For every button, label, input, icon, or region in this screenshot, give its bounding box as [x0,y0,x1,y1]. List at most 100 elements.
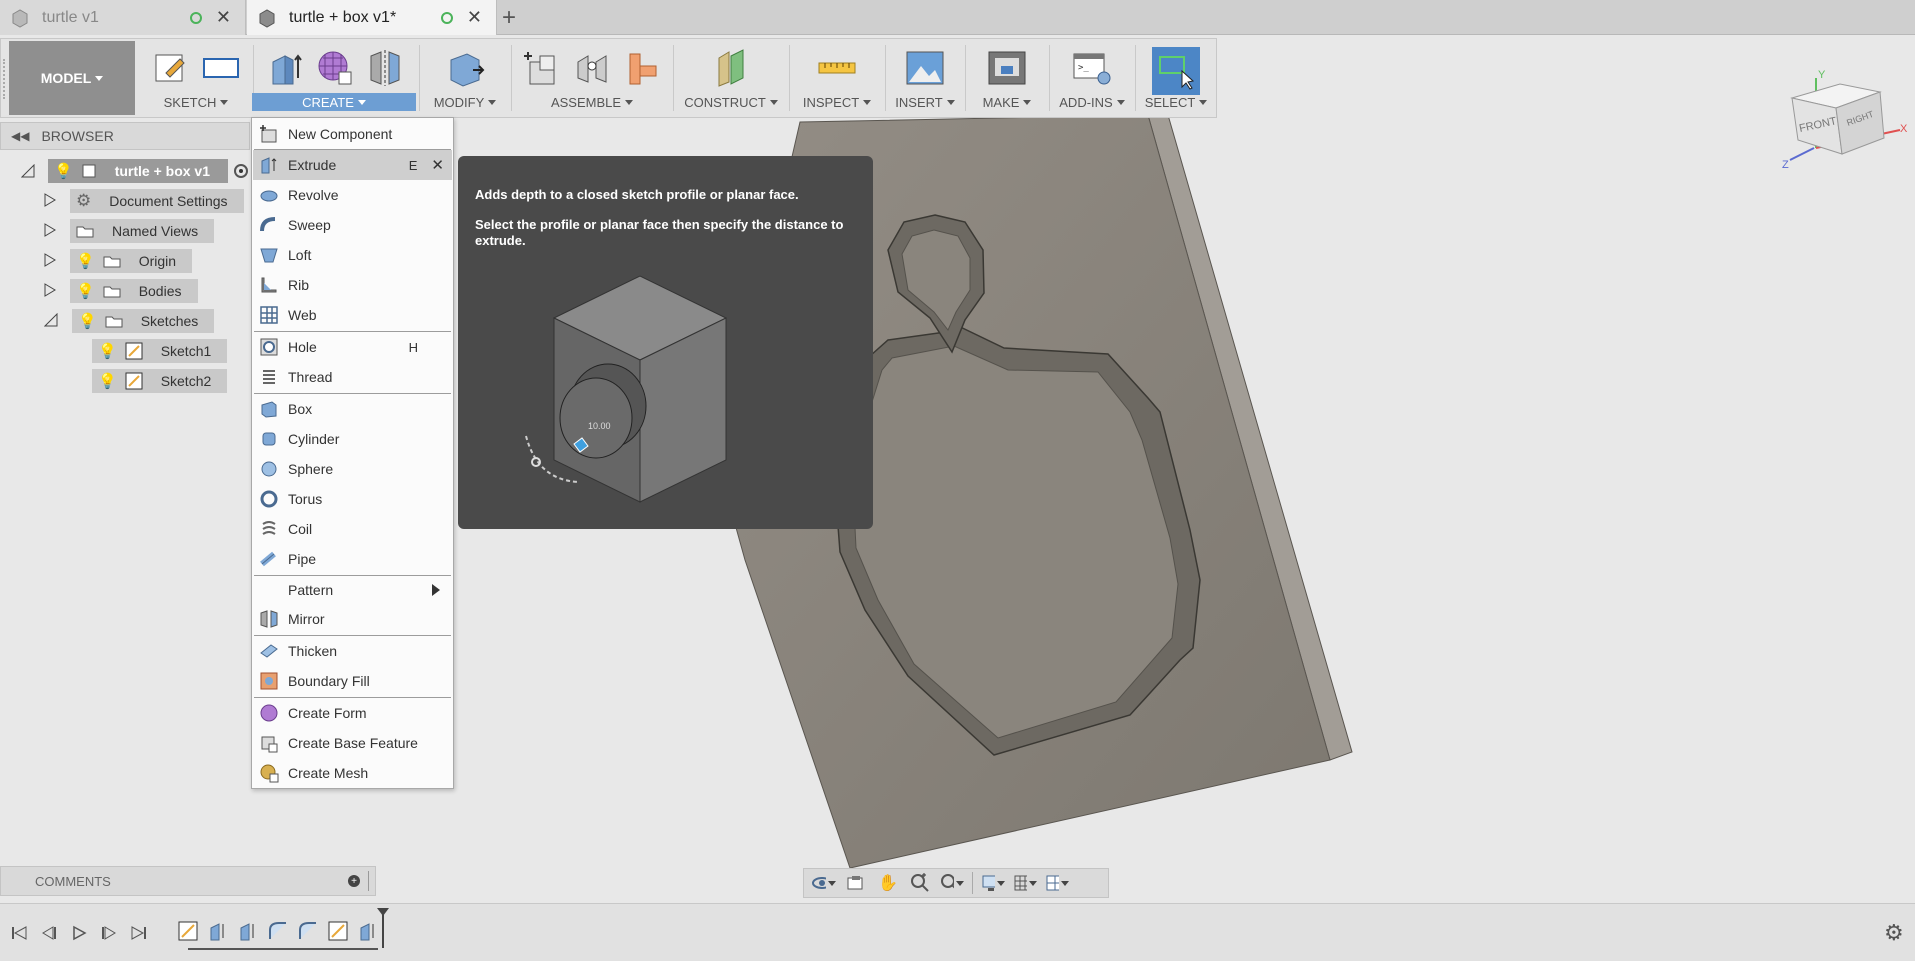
menu-rib[interactable]: Rib [253,270,452,300]
menu-new-component[interactable]: New Component [253,119,452,149]
zoom-icon[interactable] [908,872,932,894]
as-built-joint-icon[interactable] [621,47,663,89]
timeline-marker[interactable] [382,912,384,948]
display-settings-icon[interactable] [981,872,1005,894]
step-back-icon[interactable] [38,922,60,944]
toolbar-grip[interactable] [3,59,7,99]
menu-create-mesh[interactable]: Create Mesh [253,758,452,788]
menu-boundary-fill[interactable]: Boundary Fill [253,666,452,696]
viewcube[interactable]: FRONT RIGHT Y X Z [1780,68,1910,178]
browser-document-settings[interactable]: ⚙ Document Settings [44,189,244,213]
tab-turtle-v1[interactable]: turtle v1 ✕ [0,0,246,35]
extrude-icon[interactable] [264,47,306,89]
lightbulb-icon[interactable]: 💡 [76,282,95,300]
look-at-icon[interactable] [844,872,868,894]
menu-cylinder[interactable]: Cylinder [253,424,452,454]
timeline-extrude-feature[interactable] [206,919,230,943]
browser-sketch2[interactable]: 💡 Sketch2 [92,369,228,393]
timeline-fillet-feature[interactable] [266,919,290,943]
measure-icon[interactable] [816,47,858,89]
close-icon[interactable]: ✕ [216,7,231,28]
sketch2-item[interactable]: 💡 Sketch2 [92,369,228,393]
addins-menu[interactable]: ADD-INS [1050,93,1134,111]
inspect-menu[interactable]: INSPECT [790,93,884,111]
close-icon[interactable]: ✕ [467,7,482,28]
menu-create-form[interactable]: Create Form [253,698,452,728]
tab-turtle-box-v1[interactable]: turtle + box v1* ✕ [247,0,497,35]
menu-mirror[interactable]: Mirror [253,604,452,634]
menu-sphere[interactable]: Sphere [253,454,452,484]
offset-plane-icon[interactable] [710,47,752,89]
3d-print-icon[interactable] [986,47,1028,89]
close-icon[interactable]: ✕ [431,156,444,174]
browser-named-views[interactable]: Named Views [44,219,215,243]
menu-web[interactable]: Web [253,300,452,330]
joint-icon[interactable] [571,47,613,89]
scripts-addins-icon[interactable]: >_ [1071,47,1113,89]
comments-panel[interactable]: COMMENTS + [0,866,376,896]
timeline-extrude-feature[interactable] [356,919,380,943]
browser-root[interactable]: 💡 turtle + box v1 [20,159,248,183]
stop-sketch-icon[interactable] [200,47,242,89]
menu-coil[interactable]: Coil [253,514,452,544]
activate-component-icon[interactable] [234,164,248,178]
mirror-icon[interactable] [364,47,406,89]
named-views-item[interactable]: Named Views [70,219,215,243]
root-component[interactable]: 💡 turtle + box v1 [48,159,228,183]
viewports-icon[interactable] [1045,872,1069,894]
timeline-sketch-feature[interactable] [176,919,200,943]
browser-origin[interactable]: 💡 Origin [44,249,193,273]
tree-collapsed-icon[interactable] [44,192,56,210]
menu-sweep[interactable]: Sweep [253,210,452,240]
menu-revolve[interactable]: Revolve [253,180,452,210]
menu-torus[interactable]: Torus [253,484,452,514]
menu-thicken[interactable]: Thicken [253,636,452,666]
menu-thread[interactable]: Thread [253,362,452,392]
browser-sketch1[interactable]: 💡 Sketch1 [92,339,228,363]
timeline-sketch-feature[interactable] [326,919,350,943]
menu-pipe[interactable]: Pipe [253,544,452,574]
select-menu[interactable]: SELECT [1136,93,1216,111]
step-forward-icon[interactable] [98,922,120,944]
insert-menu[interactable]: INSERT [886,93,964,111]
browser-sketches[interactable]: 💡 Sketches [43,309,215,333]
lightbulb-off-icon[interactable]: 💡 [76,252,95,270]
go-to-start-icon[interactable] [8,922,30,944]
lightbulb-icon[interactable]: 💡 [78,312,97,330]
collapse-panel-icon[interactable]: ◀◀ [11,129,29,143]
document-settings-item[interactable]: ⚙ Document Settings [70,189,244,213]
create-menu-button[interactable]: CREATE [252,93,416,111]
go-to-end-icon[interactable] [128,922,150,944]
menu-box[interactable]: Box [253,394,452,424]
menu-hole[interactable]: Hole H [253,332,452,362]
create-sketch-icon[interactable] [150,47,192,89]
origin-item[interactable]: 💡 Origin [70,249,193,273]
lightbulb-icon[interactable]: 💡 [98,342,117,360]
timeline-settings-gear-icon[interactable]: ⚙ [1884,920,1904,946]
menu-pattern[interactable]: Pattern [253,575,452,605]
zoom-window-icon[interactable] [940,872,964,894]
make-menu[interactable]: MAKE [966,93,1048,111]
press-pull-icon[interactable] [444,47,486,89]
play-icon[interactable] [68,922,90,944]
menu-create-base-feature[interactable]: Create Base Feature [253,728,452,758]
timeline-fillet-feature[interactable] [296,919,320,943]
modify-menu[interactable]: MODIFY [420,93,510,111]
sketch-menu[interactable]: SKETCH [141,93,251,111]
tree-collapsed-icon[interactable] [44,282,56,300]
insert-image-icon[interactable] [904,47,946,89]
sketch1-item[interactable]: 💡 Sketch1 [92,339,228,363]
orbit-icon[interactable] [812,872,836,894]
select-icon[interactable] [1152,47,1200,95]
assemble-menu[interactable]: ASSEMBLE [512,93,672,111]
menu-loft[interactable]: Loft [253,240,452,270]
timeline-extrude-feature[interactable] [236,919,260,943]
new-tab-button[interactable]: + [502,4,516,32]
tree-collapsed-icon[interactable] [44,222,56,240]
construct-menu[interactable]: CONSTRUCT [674,93,788,111]
lightbulb-icon[interactable]: 💡 [54,162,73,180]
sketches-item[interactable]: 💡 Sketches [72,309,215,333]
workspace-switcher[interactable]: MODEL [9,41,135,115]
add-comment-icon[interactable]: + [348,875,360,887]
bodies-item[interactable]: 💡 Bodies [70,279,198,303]
